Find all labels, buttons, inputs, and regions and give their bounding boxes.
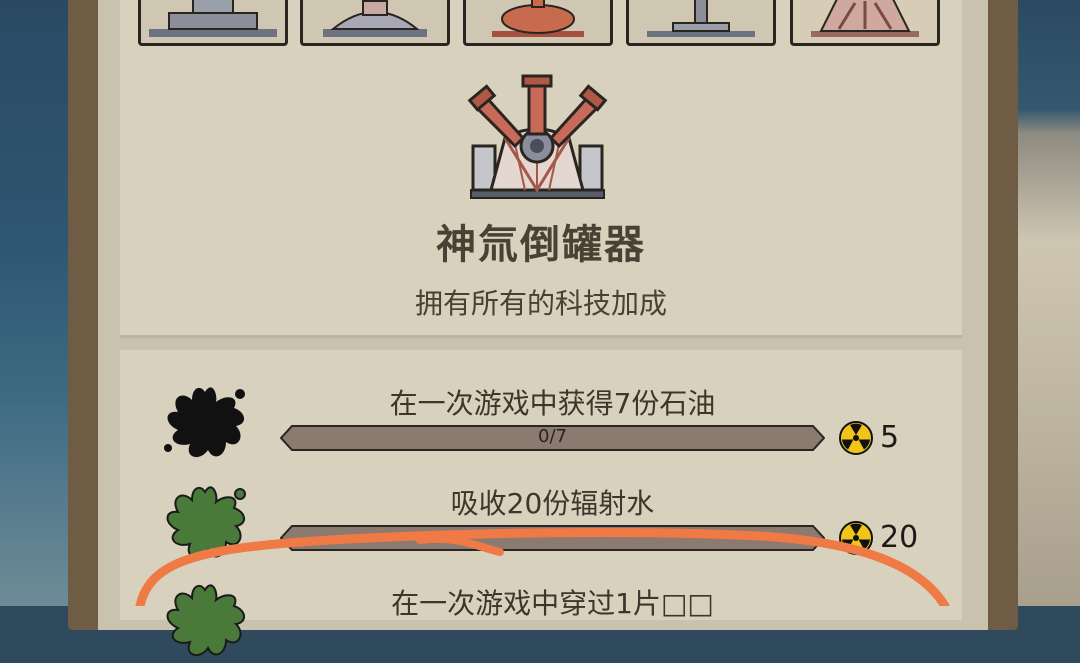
task-label: 在一次游戏中获得7份石油 xyxy=(389,387,716,420)
radiation-icon xyxy=(839,521,873,555)
machine-thumb-1[interactable] xyxy=(138,0,288,46)
tank-pourer-icon xyxy=(465,72,610,202)
radioactive-splat-icon xyxy=(166,486,246,559)
machine-thumb-3[interactable] xyxy=(463,0,613,46)
item-description: 拥有所有的科技加成 xyxy=(414,287,667,320)
reward-value: 5 xyxy=(880,420,900,455)
green-splat-icon xyxy=(166,584,245,657)
progress-bar: 0/7 xyxy=(280,424,825,452)
item-title: 神氚倒罐器 xyxy=(436,222,646,268)
oil-splat-icon xyxy=(164,387,245,458)
radiation-icon xyxy=(839,421,873,455)
machine-thumb-5[interactable] xyxy=(790,0,940,46)
task-label: 吸收20份辐射水 xyxy=(450,487,655,520)
reward-value: 20 xyxy=(880,520,919,555)
task-label: 在一次游戏中穿过1片□□ xyxy=(391,587,714,620)
progress-text: 0/7 xyxy=(538,426,567,447)
machine-thumb-2[interactable] xyxy=(300,0,450,46)
machine-thumb-4[interactable] xyxy=(626,0,776,46)
progress-bar xyxy=(280,524,825,552)
